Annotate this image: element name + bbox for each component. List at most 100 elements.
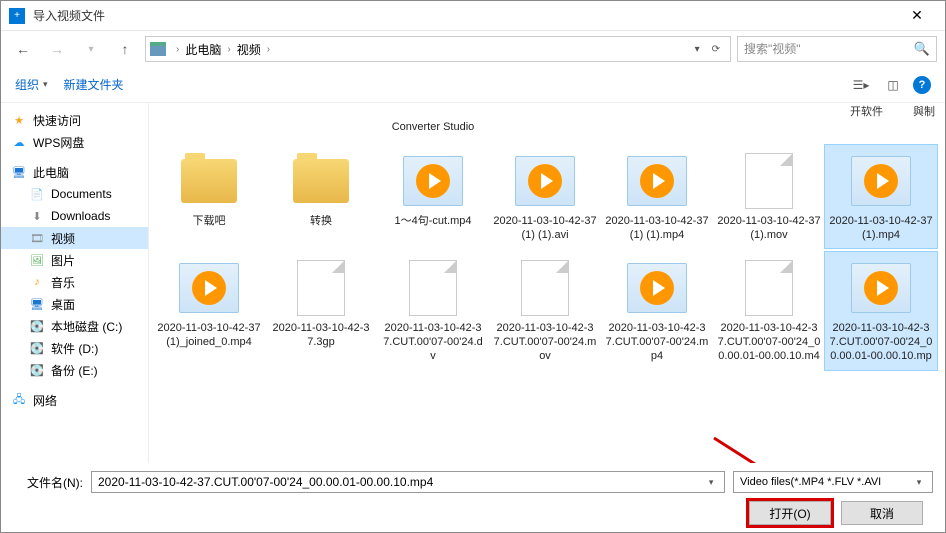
sidebar-item-drive-e[interactable]: 💽备份 (E:) [1, 359, 148, 381]
chevron-down-icon[interactable]: ▾ [689, 44, 706, 55]
file-name: 2020-11-03-10-42-37.CUT.00'07-00'24.mov [493, 322, 597, 363]
videos-icon: 🎞 [29, 231, 45, 245]
file-name: 2020-11-03-10-42-37(1) (1).avi [493, 215, 597, 243]
file-name: 2020-11-03-10-42-37.CUT.00'07-00'24.mp4 [605, 322, 709, 363]
view-options-icon[interactable]: ☰▸ [849, 75, 873, 95]
media-icon [174, 258, 244, 318]
file-item[interactable]: 2020-11-03-10-42-37.CUT.00'07-00'24_00.0… [713, 252, 825, 370]
navigation-sidebar: ★快速访问 ☁WPS网盘 🖥此电脑 📄Documents ⬇Downloads … [1, 103, 149, 463]
sidebar-item-downloads[interactable]: ⬇Downloads [1, 205, 148, 227]
breadcrumb-pc[interactable]: 此电脑 [185, 41, 221, 58]
file-name: Converter Studio [392, 121, 475, 135]
search-input[interactable]: 🔍 [737, 36, 937, 62]
nav-recent-button[interactable]: ▾ [77, 36, 105, 62]
partial-text: 开软件 [850, 103, 883, 119]
sidebar-item-drive-c[interactable]: 💽本地磁盘 (C:) [1, 315, 148, 337]
file-item[interactable]: 2020-11-03-10-42-37.CUT.00'07-00'24.dv [377, 252, 489, 370]
download-icon: ⬇ [29, 209, 45, 223]
file-item[interactable]: 下载吧 [153, 145, 265, 249]
cloud-icon: ☁ [11, 135, 27, 149]
breadcrumb-videos[interactable]: 视频 [237, 41, 261, 58]
blank-icon [398, 258, 468, 318]
sidebar-item-drive-d[interactable]: 💽软件 (D:) [1, 337, 148, 359]
nav-back-button[interactable]: ← [9, 36, 37, 62]
sidebar-item-this-pc[interactable]: 🖥此电脑 [1, 161, 148, 183]
file-item[interactable]: Converter Studio [377, 103, 489, 141]
chevron-down-icon[interactable]: ▾ [704, 477, 718, 488]
file-item[interactable]: 2020-11-03-10-42-37.3gp [265, 252, 377, 370]
close-button[interactable]: ✕ [897, 1, 937, 31]
media-icon [622, 258, 692, 318]
file-name: 2020-11-03-10-42-37(1).mov [717, 215, 821, 243]
preview-pane-icon[interactable]: ◫ [881, 75, 905, 95]
file-item[interactable]: 2020-11-03-10-42-37.CUT.00'07-00'24_00.0… [825, 252, 937, 370]
drive-icon: 💽 [29, 363, 45, 377]
sidebar-item-music[interactable]: ♪音乐 [1, 271, 148, 293]
file-item[interactable]: 2020-11-03-10-42-37(1).mp4 [825, 145, 937, 249]
filename-field[interactable] [98, 475, 704, 489]
help-icon[interactable]: ? [913, 76, 931, 94]
refresh-icon[interactable]: ⟳ [706, 44, 726, 55]
file-pane[interactable]: Converter Studio 下载吧转换 1～4句-cut.mp4 2020-11… [149, 103, 945, 463]
filename-label: 文件名(N): [13, 474, 83, 491]
pc-icon: 🖥 [11, 165, 27, 179]
app-icon: + [9, 8, 25, 24]
chevron-right-icon: › [174, 44, 181, 55]
file-item[interactable]: 2020-11-03-10-42-37(1) (1).mp4 [601, 145, 713, 249]
drive-icon: 💽 [29, 341, 45, 355]
chevron-down-icon: ▾ [912, 477, 926, 488]
file-item[interactable]: 2020-11-03-10-42-37.CUT.00'07-00'24.mp4 [601, 252, 713, 370]
blank-icon [734, 151, 804, 211]
media-icon [846, 151, 916, 211]
sidebar-item-desktop[interactable]: 🖥桌面 [1, 293, 148, 315]
file-item[interactable]: 转换 [265, 145, 377, 249]
sidebar-item-documents[interactable]: 📄Documents [1, 183, 148, 205]
blank-icon [510, 258, 580, 318]
sidebar-item-pictures[interactable]: 🖼图片 [1, 249, 148, 271]
document-icon: 📄 [29, 187, 45, 201]
sidebar-item-wps[interactable]: ☁WPS网盘 [1, 131, 148, 153]
search-icon[interactable]: 🔍 [914, 41, 930, 57]
breadcrumb[interactable]: › 此电脑 › 视频 › ▾⟳ [145, 36, 731, 62]
media-icon [622, 151, 692, 211]
cancel-button[interactable]: 取消 [841, 501, 923, 525]
file-item[interactable]: 2020-11-03-10-42-37.CUT.00'07-00'24.mov [489, 252, 601, 370]
file-item[interactable]: 2020-11-03-10-42-37(1) (1).avi [489, 145, 601, 249]
organize-menu[interactable]: 组织 ▾ [15, 76, 48, 93]
search-field[interactable] [744, 42, 914, 56]
file-name: 2020-11-03-10-42-37.CUT.00'07-00'24.dv [381, 322, 485, 363]
desktop-icon: 🖥 [29, 297, 45, 311]
pictures-icon: 🖼 [29, 253, 45, 267]
folder-icon [174, 151, 244, 211]
file-name: 2020-11-03-10-42-37.3gp [269, 322, 373, 350]
nav-up-button[interactable]: ↑ [111, 36, 139, 62]
file-name: 1～4句-cut.mp4 [394, 215, 471, 229]
chevron-right-icon: › [265, 44, 272, 55]
nav-forward-button[interactable]: → [43, 36, 71, 62]
file-name: 2020-11-03-10-42-37.CUT.00'07-00'24_00.0… [717, 322, 821, 364]
media-icon [846, 258, 916, 318]
file-item[interactable]: 2020-11-03-10-42-37(1)_joined_0.mp4 [153, 252, 265, 370]
file-item[interactable]: 2020-11-03-10-42-37(1).mov [713, 145, 825, 249]
blank-icon [286, 258, 356, 318]
file-name: 2020-11-03-10-42-37(1).mp4 [829, 215, 933, 243]
sidebar-item-videos[interactable]: 🎞视频 [1, 227, 148, 249]
new-folder-button[interactable]: 新建文件夹 [64, 76, 124, 93]
blank-icon [734, 258, 804, 318]
file-item[interactable]: 1～4句-cut.mp4 [377, 145, 489, 249]
file-name: 2020-11-03-10-42-37.CUT.00'07-00'24_00.0… [829, 322, 933, 364]
file-name: 2020-11-03-10-42-37(1) (1).mp4 [605, 215, 709, 243]
star-icon: ★ [11, 113, 27, 127]
network-icon: 🖧 [11, 393, 27, 407]
filename-input[interactable]: ▾ [91, 471, 725, 493]
filetype-dropdown[interactable]: Video files(*.MP4 *.FLV *.AVI ▾ [733, 471, 933, 493]
annotation-arrow [709, 433, 909, 463]
window-title: 导入视频文件 [33, 7, 105, 24]
open-button[interactable]: 打开(O) [749, 501, 831, 525]
sidebar-item-network[interactable]: 🖧网络 [1, 389, 148, 411]
folder-icon [286, 151, 356, 211]
media-icon [510, 151, 580, 211]
media-icon [398, 151, 468, 211]
videos-location-icon [150, 42, 166, 56]
sidebar-item-quick-access[interactable]: ★快速访问 [1, 109, 148, 131]
